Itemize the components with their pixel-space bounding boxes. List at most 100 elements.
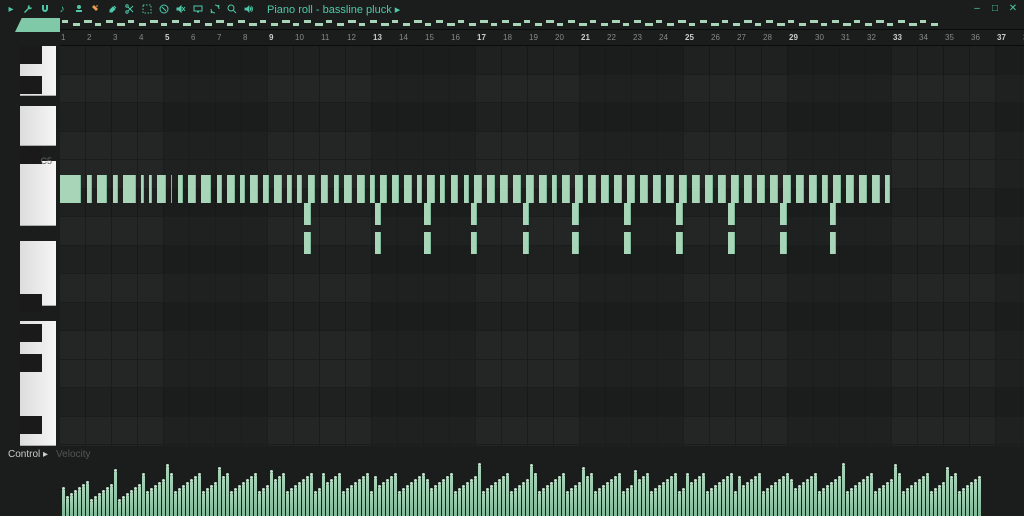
midi-note[interactable] xyxy=(728,232,735,254)
midi-note[interactable] xyxy=(718,175,726,203)
minimap[interactable] xyxy=(60,18,1024,30)
midi-note[interactable] xyxy=(97,175,107,203)
timeline-ruler[interactable]: 1234567891011121314151617181920212223242… xyxy=(60,30,1024,46)
midi-note[interactable] xyxy=(526,175,534,203)
midi-note[interactable] xyxy=(157,175,166,203)
midi-note[interactable] xyxy=(417,175,422,203)
midi-note[interactable] xyxy=(780,203,787,225)
midi-note[interactable] xyxy=(796,175,804,203)
volume-icon[interactable] xyxy=(242,2,256,16)
midi-note[interactable] xyxy=(601,175,609,203)
midi-note[interactable] xyxy=(304,203,311,225)
midi-note[interactable] xyxy=(757,175,765,203)
midi-note[interactable] xyxy=(471,232,478,254)
midi-note[interactable] xyxy=(523,232,530,254)
midi-note[interactable] xyxy=(572,203,579,225)
midi-note[interactable] xyxy=(304,232,311,254)
midi-note[interactable] xyxy=(666,175,674,203)
midi-note[interactable] xyxy=(676,232,683,254)
midi-note[interactable] xyxy=(780,232,787,254)
midi-note[interactable] xyxy=(728,203,735,225)
midi-note[interactable] xyxy=(614,175,622,203)
midi-note[interactable] xyxy=(201,175,211,203)
midi-note[interactable] xyxy=(171,175,172,203)
zoom-icon[interactable] xyxy=(225,2,239,16)
midi-note[interactable] xyxy=(572,232,579,254)
midi-note[interactable] xyxy=(830,203,837,225)
midi-note[interactable] xyxy=(357,175,365,203)
midi-note[interactable] xyxy=(404,175,412,203)
midi-note[interactable] xyxy=(809,175,817,203)
midi-note[interactable] xyxy=(297,175,302,203)
midi-note[interactable] xyxy=(188,175,196,203)
wrench-icon[interactable] xyxy=(21,2,35,16)
midi-note[interactable] xyxy=(274,175,282,203)
mute-icon[interactable] xyxy=(174,2,188,16)
midi-note[interactable] xyxy=(375,203,382,225)
midi-note[interactable] xyxy=(321,175,329,203)
midi-note[interactable] xyxy=(149,175,152,203)
midi-note[interactable] xyxy=(217,175,222,203)
midi-note[interactable] xyxy=(705,175,713,203)
midi-note[interactable] xyxy=(562,175,570,203)
paint-icon[interactable] xyxy=(106,2,120,16)
midi-note[interactable] xyxy=(141,175,144,203)
midi-note[interactable] xyxy=(679,175,687,203)
midi-note[interactable] xyxy=(334,175,339,203)
midi-note[interactable] xyxy=(287,175,292,203)
midi-note[interactable] xyxy=(588,175,596,203)
midi-note[interactable] xyxy=(380,175,387,203)
minimize-button[interactable]: – xyxy=(970,3,984,15)
piano-keys[interactable]: C5 xyxy=(0,46,60,446)
midi-note[interactable] xyxy=(344,175,352,203)
midi-note[interactable] xyxy=(624,203,631,225)
midi-note[interactable] xyxy=(263,175,268,203)
midi-note[interactable] xyxy=(523,203,530,225)
window-title[interactable]: Piano roll - bassline pluck ▸ xyxy=(267,3,400,16)
midi-note[interactable] xyxy=(487,175,495,203)
midi-note[interactable] xyxy=(308,175,316,203)
midi-note[interactable] xyxy=(250,175,258,203)
midi-note[interactable] xyxy=(113,175,118,203)
midi-note[interactable] xyxy=(375,232,382,254)
corner-tab[interactable] xyxy=(15,18,60,32)
midi-note[interactable] xyxy=(424,232,431,254)
midi-note[interactable] xyxy=(653,175,661,203)
midi-note[interactable] xyxy=(87,175,92,203)
midi-note[interactable] xyxy=(370,175,375,203)
midi-note[interactable] xyxy=(552,175,557,203)
midi-note[interactable] xyxy=(539,175,547,203)
note-grid[interactable] xyxy=(60,46,1024,446)
midi-note[interactable] xyxy=(424,203,431,225)
midi-note[interactable] xyxy=(859,175,867,203)
magnet-icon[interactable] xyxy=(38,2,52,16)
midi-note[interactable] xyxy=(744,175,752,203)
midi-note[interactable] xyxy=(513,175,521,203)
midi-note[interactable] xyxy=(440,175,445,203)
midi-note[interactable] xyxy=(500,175,508,203)
midi-note[interactable] xyxy=(770,175,778,203)
velocity-panel[interactable] xyxy=(60,462,1024,516)
midi-note[interactable] xyxy=(830,232,837,254)
midi-note[interactable] xyxy=(731,175,739,203)
midi-note[interactable] xyxy=(872,175,880,203)
close-button[interactable]: ✕ xyxy=(1006,3,1020,15)
midi-note[interactable] xyxy=(123,175,136,203)
midi-note[interactable] xyxy=(474,175,482,203)
sync-icon[interactable] xyxy=(208,2,222,16)
stamp-icon[interactable] xyxy=(72,2,86,16)
control-label[interactable]: Control ▸ xyxy=(8,449,48,460)
midi-note[interactable] xyxy=(692,175,700,203)
midi-note[interactable] xyxy=(624,232,631,254)
midi-note[interactable] xyxy=(451,175,459,203)
midi-note[interactable] xyxy=(822,175,827,203)
midi-note[interactable] xyxy=(240,175,245,203)
midi-note[interactable] xyxy=(471,203,478,225)
maximize-button[interactable]: □ xyxy=(988,3,1002,15)
eraser-icon[interactable] xyxy=(157,2,171,16)
midi-note[interactable] xyxy=(575,175,583,203)
note-icon[interactable]: ♪ xyxy=(55,2,69,16)
midi-note[interactable] xyxy=(227,175,235,203)
midi-note[interactable] xyxy=(464,175,469,203)
play-icon[interactable]: ▸ xyxy=(4,2,18,16)
